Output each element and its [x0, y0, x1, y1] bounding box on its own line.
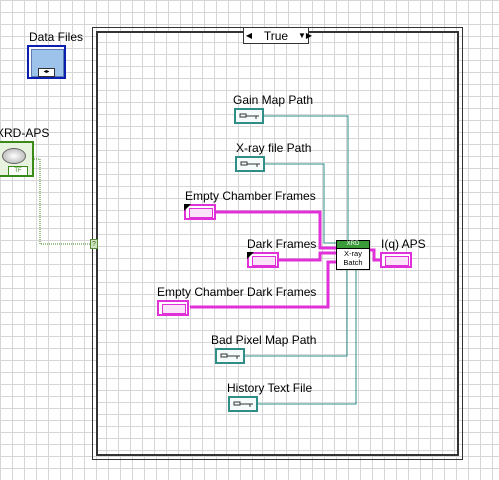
- path-icon: [220, 353, 240, 359]
- path-icon: [233, 401, 253, 407]
- xray-file-path-terminal[interactable]: [235, 156, 265, 172]
- xray-batch-subvi[interactable]: XRD X-ray Batch: [336, 240, 370, 270]
- history-text-file-terminal[interactable]: [228, 396, 258, 412]
- gain-map-path-terminal[interactable]: [234, 108, 264, 124]
- case-selector-tunnel[interactable]: ?: [90, 239, 98, 249]
- subvi-line2: Batch: [343, 258, 363, 267]
- gain-map-path-label: Gain Map Path: [233, 93, 314, 107]
- iq-aps-label: I(q) APS: [381, 237, 426, 251]
- iq-aps-indicator[interactable]: [380, 252, 412, 268]
- subvi-line1: X-ray: [344, 249, 362, 258]
- empty-chamber-frames-label: Empty Chamber Frames: [185, 189, 316, 203]
- history-text-file-label: History Text File: [227, 381, 313, 395]
- gain-map-wire: [264, 115, 349, 241]
- subvi-header: XRD: [337, 241, 369, 249]
- bad-pixel-map-path-label: Bad Pixel Map Path: [211, 333, 317, 347]
- boolean-wire: [34, 158, 91, 245]
- empty-chamber-dark-frames-terminal[interactable]: [157, 300, 189, 316]
- xray-file-wire: [265, 163, 337, 244]
- dark-frames-label: Dark Frames: [247, 237, 317, 251]
- empty-chamber-dark-frames-label: Empty Chamber Dark Frames: [157, 285, 317, 299]
- dark-frames-wire: [279, 251, 337, 262]
- bad-pixel-map-path-terminal[interactable]: [215, 348, 245, 364]
- path-icon: [240, 161, 260, 167]
- path-icon: [239, 113, 259, 119]
- xray-file-path-label: X-ray file Path: [236, 141, 312, 155]
- empty-chamber-frames-terminal[interactable]: [184, 204, 216, 220]
- dark-frames-terminal[interactable]: [247, 252, 279, 268]
